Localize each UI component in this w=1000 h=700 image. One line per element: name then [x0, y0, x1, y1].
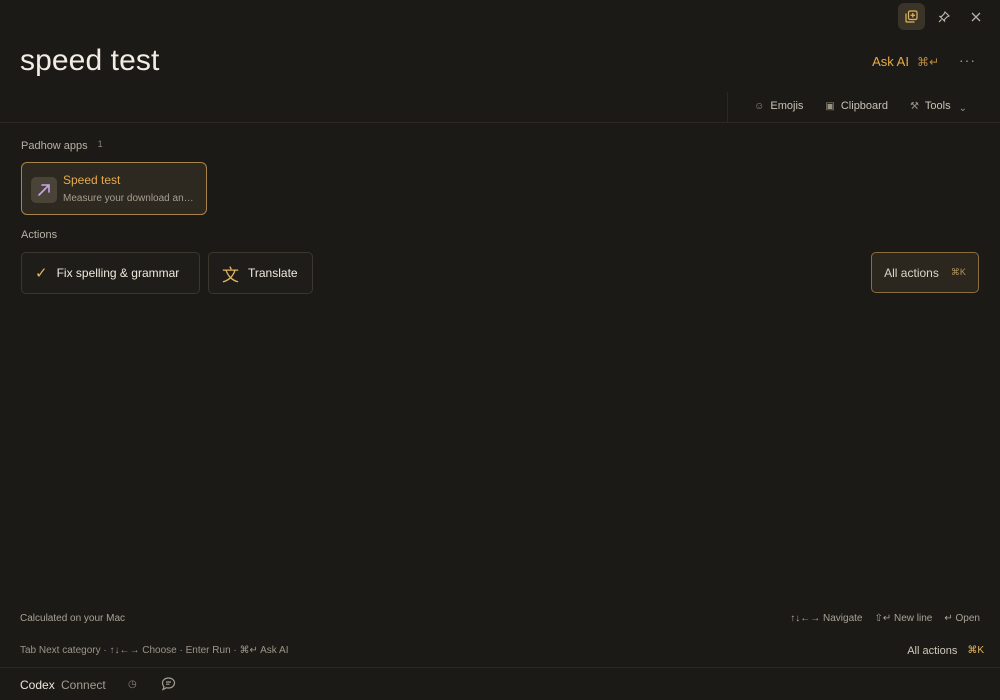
actions-section-title: Actions: [21, 229, 58, 241]
all-actions-label: All actions: [884, 265, 939, 280]
apps-section-label: Padhow apps 1: [21, 139, 103, 152]
clipboard-label: Clipboard: [840, 100, 888, 112]
toolbar: ☺ Emojis ▣ Clipboard ⚒ Tools ⌄: [754, 99, 967, 114]
copy-icon: [905, 10, 918, 23]
app-icon: [31, 177, 57, 203]
app-subtitle: Measure your download and upload speed: [63, 193, 199, 204]
toolbar-divider: [727, 92, 728, 122]
clipboard-icon: ▣: [825, 100, 835, 112]
pin-button[interactable]: [930, 3, 957, 30]
tools-icon: ⚒: [909, 100, 919, 112]
navigate-hint: ↑↓←→ Navigate: [790, 613, 863, 624]
actions-section-label: Actions: [21, 229, 57, 241]
emojis-button[interactable]: ☺ Emojis: [754, 100, 803, 112]
connect-tab[interactable]: Connect: [61, 678, 106, 692]
apps-count-badge: 1: [97, 139, 103, 149]
fix-spelling-label: Fix spelling & grammar: [56, 266, 180, 280]
calculated-status: Calculated on your Mac: [20, 613, 126, 624]
more-options-button[interactable]: ···: [959, 52, 976, 68]
close-icon: [971, 12, 980, 21]
ask-ai-button[interactable]: Ask AI ⌘↵: [872, 54, 939, 69]
app-title: Speed test: [63, 173, 121, 187]
chat-icon: [161, 677, 176, 691]
all-actions-shortcut: ⌘K: [950, 267, 966, 277]
footer-all-actions-label: All actions: [907, 645, 958, 657]
footer-all-actions-button[interactable]: All actions ⌘K: [907, 645, 984, 657]
pin-icon: [938, 10, 950, 22]
tools-label: Tools: [924, 100, 951, 112]
copy-window-button[interactable]: [898, 3, 925, 30]
fix-spelling-button[interactable]: ✓ Fix spelling & grammar: [21, 252, 200, 294]
new-line-hint: ⇧↵ New line: [874, 613, 933, 624]
apps-section-title: Padhow apps: [21, 140, 88, 152]
translate-button[interactable]: 文 Translate: [208, 252, 313, 294]
arrow-up-right-icon: [38, 184, 50, 196]
bottom-bar: Codex Connect ◷: [0, 668, 1000, 700]
emojis-label: Emojis: [770, 100, 804, 112]
all-actions-button[interactable]: All actions ⌘K: [871, 252, 979, 293]
tools-dropdown[interactable]: ⚒ Tools ⌄: [909, 100, 967, 114]
open-hint: ↵ Open: [944, 613, 980, 624]
search-query-input[interactable]: speed test: [20, 44, 159, 78]
chat-button[interactable]: [161, 677, 176, 694]
chevron-down-icon: ⌄: [958, 102, 967, 114]
navigation-hints: ↑↓←→ Navigate ⇧↵ New line ↵ Open: [790, 613, 980, 624]
app-result-speed-test[interactable]: Speed test Measure your download and upl…: [21, 162, 207, 215]
ask-ai-shortcut: ⌘↵: [916, 54, 939, 69]
translate-icon: 文: [222, 265, 239, 285]
history-icon[interactable]: ◷: [128, 679, 137, 690]
emoji-icon: ☺: [754, 100, 765, 112]
ask-ai-label: Ask AI: [872, 54, 909, 69]
footer-all-actions-shortcut: ⌘K: [967, 645, 984, 656]
header-divider: [0, 122, 1000, 123]
clipboard-button[interactable]: ▣ Clipboard: [825, 100, 888, 112]
codex-tab[interactable]: Codex: [20, 678, 55, 692]
translate-label: Translate: [248, 266, 298, 280]
checkmark-icon: ✓: [35, 265, 48, 282]
close-button[interactable]: [962, 3, 989, 30]
keyboard-help: Tab Next category · ↑↓←→ Choose · Enter …: [20, 645, 289, 656]
